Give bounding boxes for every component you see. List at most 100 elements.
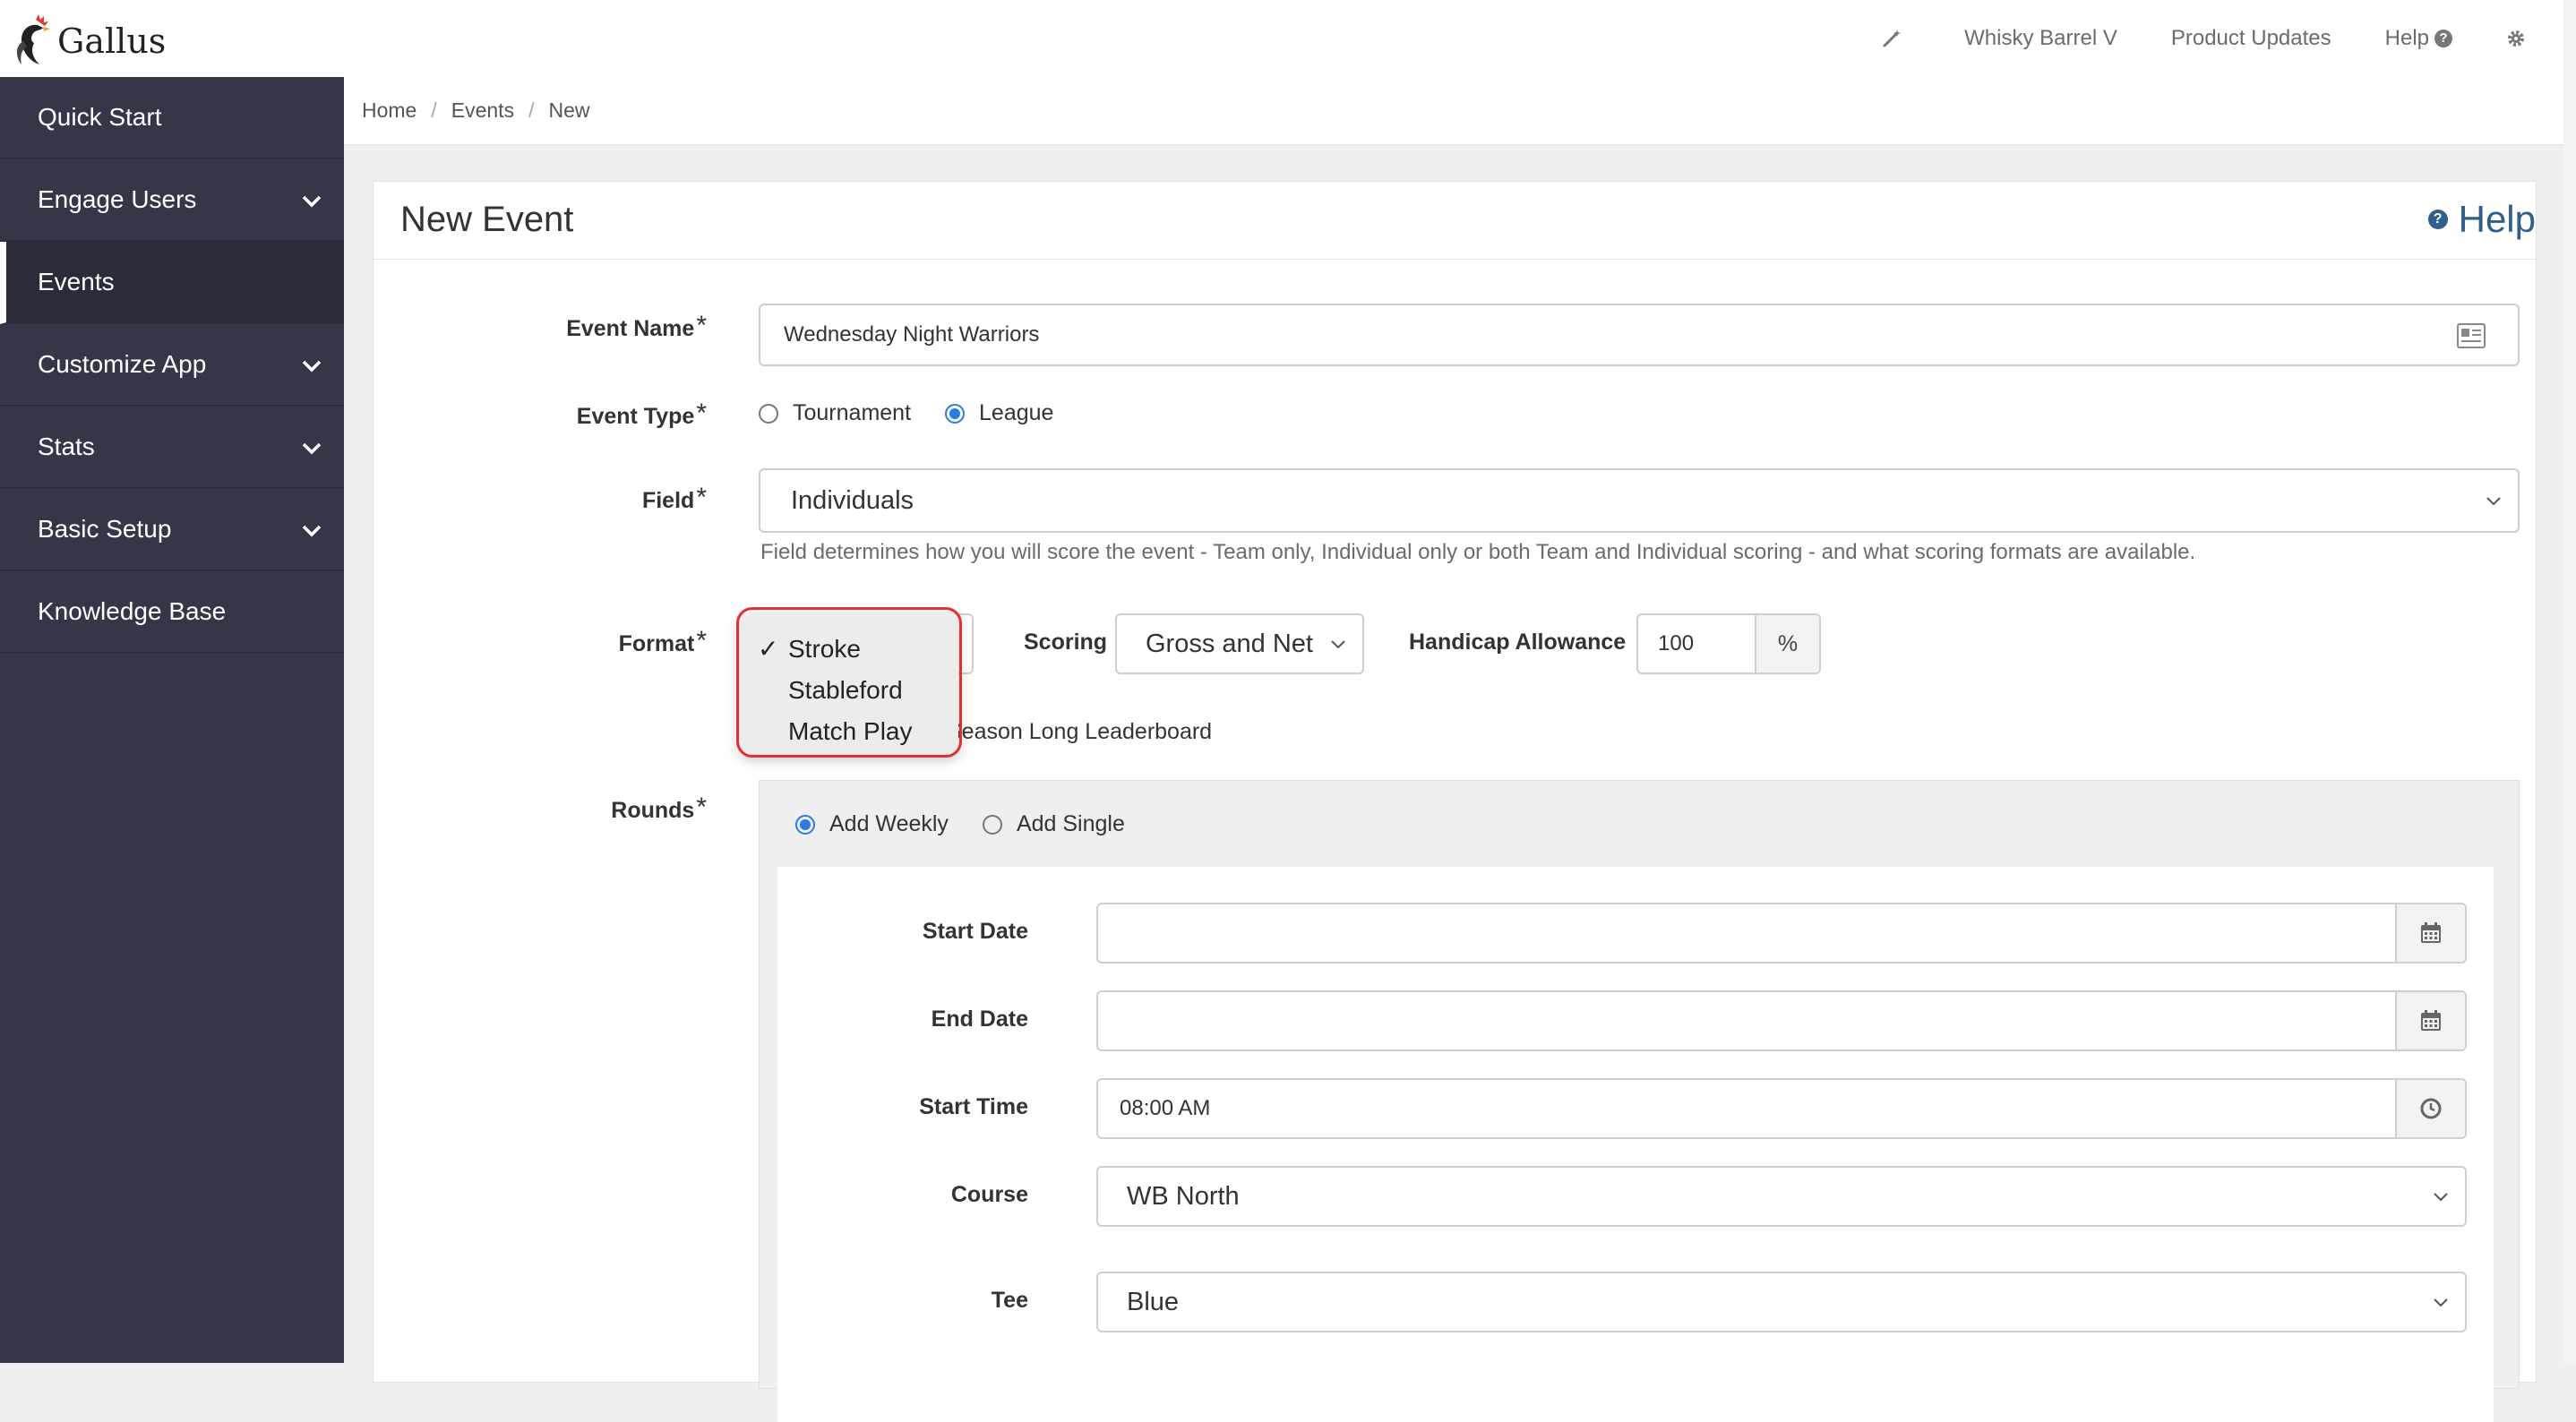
end-date-field[interactable] <box>1096 990 2467 1051</box>
field-select-value: Individuals <box>791 485 914 515</box>
course-select-value: WB North <box>1127 1181 1240 1211</box>
calendar-icon[interactable] <box>2395 992 2465 1049</box>
gear-icon[interactable] <box>2506 29 2526 48</box>
help-link-label: Help <box>2458 198 2536 240</box>
rounds-add-single[interactable]: Add Single <box>982 811 1125 837</box>
sidebar-item-customize-app[interactable]: Customize App <box>0 324 344 407</box>
chevron-down-icon <box>302 442 322 455</box>
field-hint: Field determines how you will score the … <box>760 540 2196 564</box>
top-bar: Gallus Whisky Barrel V Product Updates H… <box>0 0 2576 78</box>
field-label-text: Field <box>641 488 695 513</box>
scoring-select-value: Gross and Net <box>1146 629 1313 658</box>
sidebar-item-label: Quick Start <box>38 103 162 131</box>
radio-label: Tournament <box>793 400 912 425</box>
radio-add-weekly[interactable] <box>795 814 815 835</box>
end-date-label: End Date <box>931 1007 1028 1032</box>
new-event-card: New Event ? Help Event Name* Wednesday N… <box>373 181 2537 1422</box>
sidebar-item-stats[interactable]: Stats <box>0 407 344 489</box>
scoring-select[interactable]: Gross and Net <box>1115 613 1364 674</box>
sidebar-item-label: Knowledge Base <box>38 597 227 625</box>
card-divider <box>374 259 2536 260</box>
event-type-league[interactable]: League <box>945 400 1053 426</box>
scrollbar[interactable] <box>2563 0 2576 1363</box>
radio-label: League <box>979 400 1054 425</box>
tee-label: Tee <box>991 1288 1028 1313</box>
event-type-label: Event Type* <box>374 398 707 434</box>
course-select[interactable]: WB North <box>1096 1166 2467 1227</box>
breadcrumb-home[interactable]: Home <box>362 99 416 123</box>
start-time-label: Start Time <box>919 1094 1028 1119</box>
rounds-label-text: Rounds <box>611 798 695 823</box>
sidebar-item-label: Engage Users <box>38 185 197 213</box>
required-marker: * <box>696 398 707 428</box>
season-long-leaderboard-label[interactable]: Season Long Leaderboard <box>947 719 1212 745</box>
event-name-label: Event Name* <box>374 311 707 347</box>
page-title: New Event <box>400 200 574 239</box>
product-updates-link[interactable]: Product Updates <box>2171 26 2331 51</box>
radio-add-single[interactable] <box>982 814 1002 835</box>
handicap-allowance-value: 100 <box>1658 631 1695 655</box>
round-settings: Start Date End Date Start Time 08:00 AM <box>777 867 2494 1422</box>
event-type-label-text: Event Type <box>576 404 695 429</box>
rounds-add-weekly[interactable]: Add Weekly <box>795 811 949 837</box>
required-marker: * <box>696 483 707 512</box>
clock-icon[interactable] <box>2395 1080 2465 1137</box>
radio-tournament[interactable] <box>759 403 778 424</box>
sidebar: Quick Start Engage Users Events Customiz… <box>0 77 344 1363</box>
highlight-annotation <box>736 607 962 758</box>
radio-label: Add Weekly <box>829 811 949 836</box>
rounds-radio-group: Add Weekly Add Single <box>795 811 1159 837</box>
handicap-allowance-field[interactable]: 100 % <box>1636 613 1821 674</box>
event-name-value: Wednesday Night Warriors <box>784 322 1040 347</box>
sidebar-item-quick-start[interactable]: Quick Start <box>0 77 344 159</box>
event-name-label-text: Event Name <box>566 316 695 341</box>
event-name-field[interactable]: Wednesday Night Warriors <box>759 304 2520 366</box>
field-select[interactable]: Individuals <box>759 468 2520 533</box>
chevron-down-icon <box>302 360 322 373</box>
help-menu-link[interactable]: Help ? <box>2385 26 2452 51</box>
start-date-label: Start Date <box>922 919 1028 944</box>
sidebar-item-label: Customize App <box>38 350 207 378</box>
start-time-field[interactable]: 08:00 AM <box>1096 1078 2467 1139</box>
help-link[interactable]: ? Help <box>2427 198 2536 241</box>
chevron-down-icon <box>1331 640 1345 649</box>
handicap-allowance-label: Handicap Allowance <box>1409 630 1627 655</box>
app-logo[interactable]: Gallus <box>11 14 166 68</box>
radio-league[interactable] <box>945 403 966 424</box>
scoring-label: Scoring <box>1024 630 1108 655</box>
org-switcher-link[interactable]: Whisky Barrel V <box>1964 26 2117 51</box>
breadcrumb-separator: / <box>431 99 437 122</box>
calendar-icon[interactable] <box>2395 904 2465 962</box>
required-marker: * <box>696 311 707 340</box>
percent-addon: % <box>1755 615 1819 672</box>
format-label-text: Format <box>618 631 695 656</box>
course-label: Course <box>950 1182 1028 1207</box>
required-marker: * <box>696 792 707 822</box>
sidebar-item-knowledge-base[interactable]: Knowledge Base <box>0 571 344 654</box>
chevron-down-icon <box>2434 1298 2448 1307</box>
magic-wand-icon[interactable] <box>1882 29 1902 48</box>
sidebar-item-label: Stats <box>38 433 95 460</box>
breadcrumb-events[interactable]: Events <box>451 99 514 123</box>
rooster-logo-icon <box>16 14 50 64</box>
help-link-label: Help <box>2384 26 2429 50</box>
tee-select-value: Blue <box>1127 1287 1180 1316</box>
tee-select[interactable]: Blue <box>1096 1272 2467 1332</box>
radio-label: Add Single <box>1016 811 1125 836</box>
start-time-value: 08:00 AM <box>1120 1096 1211 1120</box>
sidebar-item-events[interactable]: Events <box>0 242 344 324</box>
breadcrumb-current: New <box>548 99 590 122</box>
rounds-label: Rounds* <box>374 792 707 828</box>
field-label: Field* <box>374 483 707 518</box>
question-circle-icon: ? <box>2427 210 2448 229</box>
chevron-down-icon <box>2486 497 2501 506</box>
sidebar-item-basic-setup[interactable]: Basic Setup <box>0 489 344 571</box>
event-type-tournament[interactable]: Tournament <box>759 400 911 426</box>
question-circle-icon: ? <box>2434 30 2452 47</box>
sidebar-item-engage-users[interactable]: Engage Users <box>0 159 344 242</box>
format-label: Format* <box>374 626 707 662</box>
top-nav: Whisky Barrel V Product Updates Help ? <box>1882 0 2576 77</box>
id-card-icon <box>2457 323 2486 348</box>
breadcrumb-separator: / <box>528 99 535 122</box>
start-date-field[interactable] <box>1096 903 2467 964</box>
